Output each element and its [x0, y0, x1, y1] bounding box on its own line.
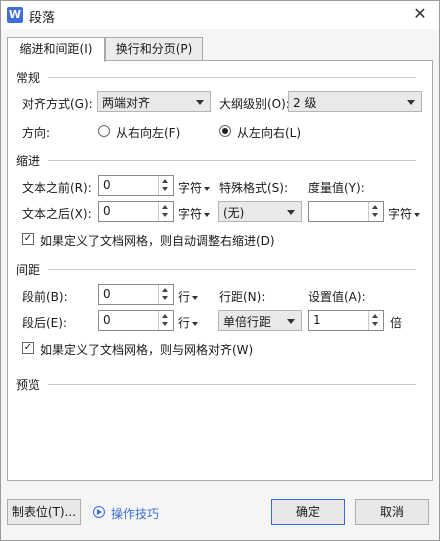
tab-line-page-breaks[interactable]: 换行和分页(P): [105, 37, 203, 61]
measure-unit[interactable]: 字符: [388, 205, 421, 222]
ltr-label[interactable]: 从左向右(L): [237, 124, 301, 141]
divider: [48, 269, 416, 270]
line-spacing-select[interactable]: 单倍行距: [218, 310, 302, 331]
tips-link[interactable]: 操作技巧: [111, 505, 159, 522]
caret-down-icon: [192, 295, 199, 300]
measure-input[interactable]: [308, 201, 384, 222]
setting-value-label: 设置值(A):: [308, 290, 366, 304]
arrow-down-icon[interactable]: [372, 322, 378, 326]
alignment-value: 两端对齐: [102, 96, 151, 110]
indent-after-input[interactable]: 0: [98, 201, 174, 222]
divider: [48, 384, 416, 385]
indent-after-unit[interactable]: 字符: [178, 205, 211, 222]
ok-button[interactable]: 确定: [271, 499, 345, 525]
auto-adjust-indent-label[interactable]: 如果定义了文档网格，则自动调整右缩进(D): [40, 232, 275, 249]
spinner-buttons[interactable]: [158, 176, 173, 195]
arrow-up-icon[interactable]: [162, 205, 168, 209]
special-format-select[interactable]: (无): [218, 201, 302, 222]
special-format-label: 特殊格式(S):: [219, 181, 289, 195]
wps-writer-icon: W: [7, 7, 23, 23]
chevron-down-icon: [196, 100, 204, 105]
caret-down-icon: [192, 321, 199, 326]
space-before-unit[interactable]: 行: [178, 288, 199, 305]
chevron-down-icon: [407, 100, 415, 105]
spinner-buttons[interactable]: [158, 202, 173, 221]
spinner-buttons[interactable]: [158, 311, 173, 330]
grid-align-label[interactable]: 如果定义了文档网格，则与网格对齐(W): [40, 341, 253, 358]
outline-level-select[interactable]: 2 级: [288, 91, 422, 112]
direction-label: 方向:: [22, 126, 51, 140]
space-after-value: 0: [103, 313, 111, 327]
spinner-buttons[interactable]: [158, 285, 173, 304]
divider: [48, 77, 416, 78]
close-icon[interactable]: ✕: [411, 5, 429, 23]
setting-value-input[interactable]: 1: [308, 310, 384, 331]
outline-level-label: 大纲级别(O):: [219, 97, 290, 111]
title-bar: W 段落 ✕: [1, 1, 439, 29]
section-spacing: 间距: [16, 261, 47, 278]
tab-indent-spacing[interactable]: 缩进和间距(I): [7, 37, 105, 62]
setting-value-unit: 倍: [390, 316, 403, 330]
alignment-label: 对齐方式(G):: [22, 97, 93, 111]
space-after-input[interactable]: 0: [98, 310, 174, 331]
outline-level-value: 2 级: [293, 96, 317, 110]
section-indent: 缩进: [16, 152, 47, 169]
chevron-down-icon: [287, 319, 295, 324]
arrow-down-icon[interactable]: [162, 296, 168, 300]
tab-panel: 常规 对齐方式(G): 两端对齐 大纲级别(O): 2 级 方向: 从右向左(F…: [7, 60, 433, 481]
divider: [48, 160, 416, 161]
play-circle-icon[interactable]: [93, 506, 105, 518]
indent-before-label: 文本之前(R):: [22, 181, 92, 195]
arrow-down-icon[interactable]: [162, 187, 168, 191]
arrow-up-icon[interactable]: [162, 314, 168, 318]
space-after-unit[interactable]: 行: [178, 314, 199, 331]
grid-align-checkbox[interactable]: ✓: [22, 342, 34, 354]
setting-value: 1: [313, 313, 321, 327]
arrow-down-icon[interactable]: [162, 213, 168, 217]
space-before-label: 段前(B):: [22, 290, 68, 304]
rtl-label[interactable]: 从右向左(F): [116, 124, 180, 141]
caret-down-icon: [204, 186, 211, 191]
arrow-down-icon[interactable]: [372, 213, 378, 217]
paragraph-dialog: W 段落 ✕ 缩进和间距(I) 换行和分页(P) 常规 对齐方式(G): 两端对…: [0, 0, 440, 541]
arrow-up-icon[interactable]: [372, 205, 378, 209]
line-spacing-value: 单倍行距: [223, 315, 272, 329]
caret-down-icon: [204, 212, 211, 217]
measure-label: 度量值(Y):: [308, 181, 365, 195]
section-preview: 预览: [16, 376, 47, 393]
arrow-up-icon[interactable]: [162, 179, 168, 183]
section-general: 常规: [16, 69, 47, 86]
space-before-value: 0: [103, 287, 111, 301]
spinner-buttons[interactable]: [368, 311, 383, 330]
indent-after-value: 0: [103, 204, 111, 218]
chevron-down-icon: [287, 210, 295, 215]
tabs-button[interactable]: 制表位(T)...: [7, 499, 81, 525]
preview-area: [16, 397, 422, 471]
rtl-radio[interactable]: [98, 125, 110, 137]
alignment-select[interactable]: 两端对齐: [97, 91, 211, 112]
indent-before-unit[interactable]: 字符: [178, 179, 211, 196]
arrow-up-icon[interactable]: [162, 288, 168, 292]
indent-after-label: 文本之后(X):: [22, 207, 92, 221]
space-after-label: 段后(E):: [22, 316, 67, 330]
special-format-value: (无): [223, 206, 245, 220]
indent-before-value: 0: [103, 178, 111, 192]
auto-adjust-indent-checkbox[interactable]: ✓: [22, 233, 34, 245]
arrow-down-icon[interactable]: [162, 322, 168, 326]
space-before-input[interactable]: 0: [98, 284, 174, 305]
ltr-radio[interactable]: [219, 125, 231, 137]
arrow-up-icon[interactable]: [372, 314, 378, 318]
dialog-title: 段落: [29, 11, 56, 26]
cancel-button[interactable]: 取消: [355, 499, 429, 525]
spinner-buttons[interactable]: [368, 202, 383, 221]
caret-down-icon: [414, 212, 421, 217]
indent-before-input[interactable]: 0: [98, 175, 174, 196]
line-spacing-label: 行距(N):: [219, 290, 266, 304]
